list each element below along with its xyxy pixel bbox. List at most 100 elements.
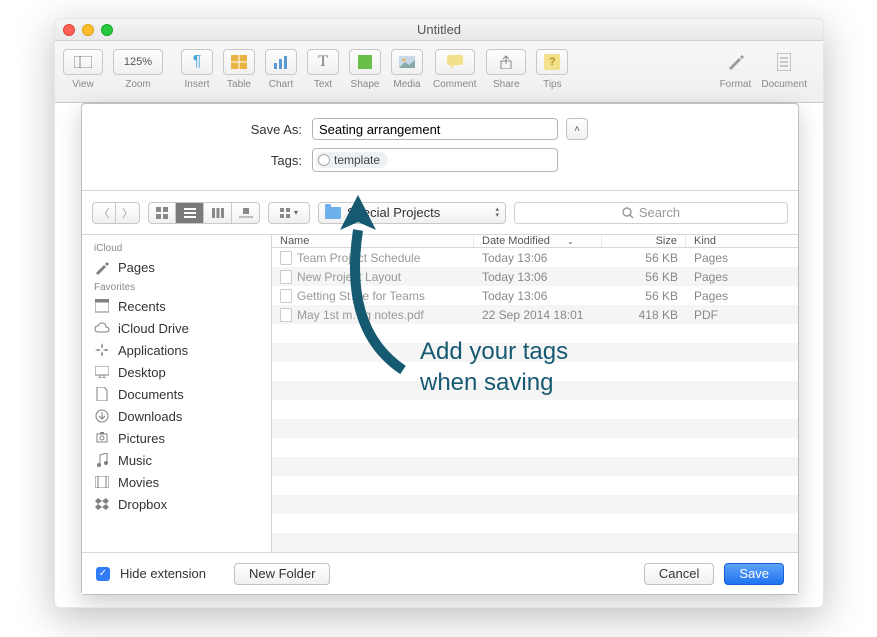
recents-icon <box>94 298 110 314</box>
sidebar-section-icloud: iCloud <box>82 239 271 256</box>
dropbox-icon <box>94 496 110 512</box>
file-size: 56 KB <box>602 289 686 303</box>
sidebar-item-label: Movies <box>118 475 159 490</box>
format-button[interactable] <box>719 49 751 75</box>
file-size: 56 KB <box>602 251 686 265</box>
pages-icon <box>94 259 110 275</box>
chart-label: Chart <box>269 79 293 90</box>
save-as-input[interactable] <box>312 118 558 140</box>
file-size: 56 KB <box>602 270 686 284</box>
comment-button[interactable] <box>435 49 475 75</box>
sidebar-item-icloud-drive[interactable]: iCloud Drive <box>82 317 271 339</box>
titlebar: Untitled <box>55 19 823 41</box>
file-name: May 1st m…g notes.pdf <box>297 308 424 322</box>
sidebar-item-recents[interactable]: Recents <box>82 295 271 317</box>
share-label: Share <box>493 79 520 90</box>
chart-button[interactable] <box>265 49 297 75</box>
tips-button[interactable]: ? <box>536 49 568 75</box>
shape-button[interactable] <box>349 49 381 75</box>
downloads-icon <box>94 408 110 424</box>
zoom-button[interactable]: 125% <box>113 49 163 75</box>
col-kind[interactable]: Kind <box>686 235 798 247</box>
file-kind: Pages <box>686 289 798 303</box>
sidebar-item-label: Dropbox <box>118 497 167 512</box>
new-folder-button[interactable]: New Folder <box>234 563 330 585</box>
table-label: Table <box>227 79 251 90</box>
annotation-text: Add your tags when saving <box>420 336 568 398</box>
sidebar-item-label: Applications <box>118 343 188 358</box>
sidebar-item-desktop[interactable]: Desktop <box>82 361 271 383</box>
empty-row <box>272 514 798 533</box>
sidebar-item-applications[interactable]: Applications <box>82 339 271 361</box>
sidebar-section-favorites: Favorites <box>82 278 271 295</box>
back-button[interactable]: 〈 <box>92 202 116 224</box>
annotation-line1: Add your tags <box>420 336 568 367</box>
table-button[interactable] <box>223 49 255 75</box>
file-row[interactable]: Team Project Schedule Today 13:0656 KBPag… <box>272 248 798 267</box>
save-button[interactable]: Save <box>724 563 784 585</box>
sidebar-item-movies[interactable]: Movies <box>82 471 271 493</box>
search-field[interactable]: Search <box>514 202 788 224</box>
sidebar-item-music[interactable]: Music <box>82 449 271 471</box>
file-row[interactable]: May 1st m…g notes.pdf22 Sep 2014 18:0141… <box>272 305 798 324</box>
doc-icon <box>280 270 292 284</box>
location-popup[interactable]: Special Projects ▴▾ <box>318 202 506 224</box>
tags-input[interactable]: template <box>312 148 558 172</box>
stepper-icon: ▴▾ <box>495 207 499 219</box>
document-label: Document <box>761 79 807 90</box>
col-date[interactable]: Date Modified ⌄ <box>474 235 602 247</box>
text-label: Text <box>314 79 332 90</box>
sidebar-item-downloads[interactable]: Downloads <box>82 405 271 427</box>
document-button[interactable] <box>768 49 800 75</box>
tips-label: Tips <box>543 79 562 90</box>
dialog-footer: ✓ Hide extension New Folder Cancel Save <box>82 552 798 594</box>
search-placeholder: Search <box>639 205 680 220</box>
sidebar-item-dropbox[interactable]: Dropbox <box>82 493 271 515</box>
sidebar-item-label: Music <box>118 453 152 468</box>
file-name: Team Project Schedule <box>297 251 420 265</box>
sidebar-item-label: Desktop <box>118 365 166 380</box>
col-name[interactable]: Name <box>272 235 474 247</box>
column-view-button[interactable] <box>204 202 232 224</box>
sidebar-item-pages[interactable]: Pages <box>82 256 271 278</box>
hide-extension-checkbox[interactable]: ✓ <box>96 567 110 581</box>
doc-icon <box>280 289 292 303</box>
format-label: Format <box>720 79 752 90</box>
tag-chip[interactable]: template <box>316 152 388 168</box>
file-row[interactable]: Getting St…e for TeamsToday 13:0656 KBPa… <box>272 286 798 305</box>
file-kind: Pages <box>686 270 798 284</box>
collapse-button[interactable]: ˄ <box>566 118 588 140</box>
sidebar-item-pictures[interactable]: Pictures <box>82 427 271 449</box>
list-view-button[interactable] <box>176 202 204 224</box>
arrange-button[interactable]: ▾ <box>268 202 310 224</box>
share-button[interactable] <box>486 49 526 75</box>
coverflow-view-button[interactable] <box>232 202 260 224</box>
cloud-icon <box>94 320 110 336</box>
sidebar-item-documents[interactable]: Documents <box>82 383 271 405</box>
tags-label: Tags: <box>102 153 312 168</box>
file-date: Today 13:06 <box>474 270 602 284</box>
cancel-button[interactable]: Cancel <box>644 563 714 585</box>
sidebar-item-label: Downloads <box>118 409 182 424</box>
empty-row <box>272 438 798 457</box>
desktop-icon <box>94 364 110 380</box>
icon-view-button[interactable] <box>148 202 176 224</box>
empty-row <box>272 400 798 419</box>
forward-button[interactable]: 〉 <box>116 202 140 224</box>
view-button[interactable] <box>63 49 103 75</box>
file-kind: Pages <box>686 251 798 265</box>
insert-button[interactable]: ¶ <box>181 49 213 75</box>
file-date: Today 13:06 <box>474 251 602 265</box>
annotation-line2: when saving <box>420 367 568 398</box>
text-button[interactable]: T <box>307 49 339 75</box>
search-icon <box>622 207 634 219</box>
col-size[interactable]: Size <box>602 235 686 247</box>
view-label: View <box>72 79 94 90</box>
file-row[interactable]: New Project LayoutToday 13:0656 KBPages <box>272 267 798 286</box>
tag-text: template <box>334 153 380 167</box>
zoom-label: Zoom <box>125 79 151 90</box>
folder-icon <box>325 207 341 219</box>
pictures-icon <box>94 430 110 446</box>
media-button[interactable] <box>391 49 423 75</box>
comment-label: Comment <box>433 79 476 90</box>
